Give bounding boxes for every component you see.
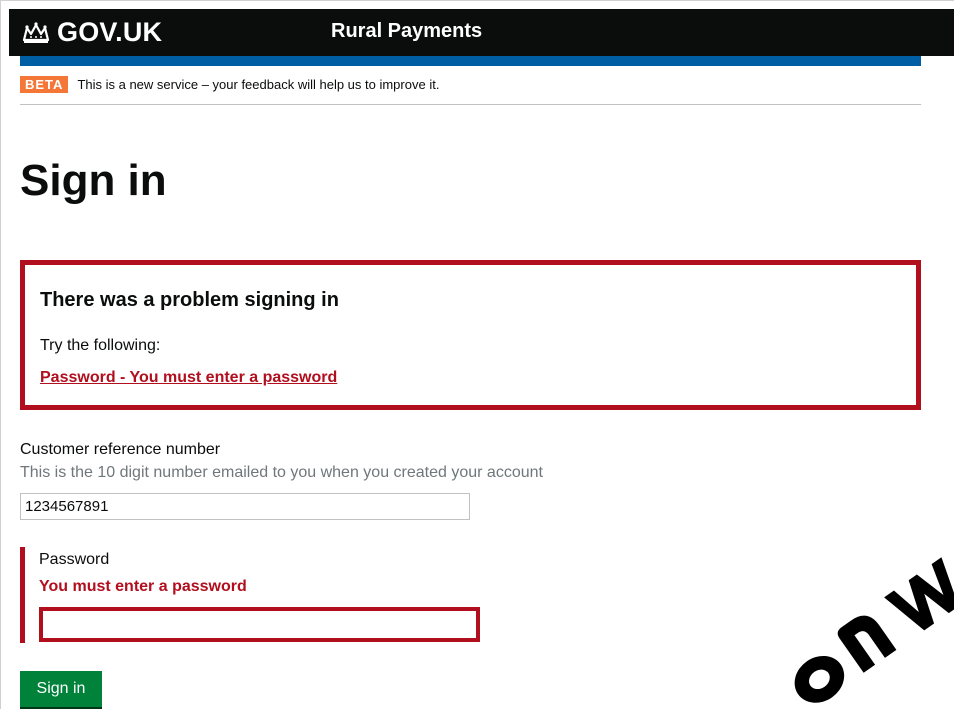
phase-banner: BETA This is a new service – your feedba… (20, 76, 439, 93)
global-header: GOV.UK Rural Payments (9, 9, 954, 56)
phase-banner-divider (20, 104, 921, 105)
error-summary-hint: Try the following: (40, 337, 161, 354)
crn-hint: This is the 10 digit number emailed to y… (20, 464, 543, 481)
header-blue-bar (20, 56, 921, 66)
govuk-logo-link[interactable]: GOV.UK (21, 17, 162, 48)
beta-tag: BETA (20, 76, 69, 93)
phase-banner-message: This is a new service – your feedback wi… (77, 77, 440, 92)
error-link-password[interactable]: Password - You must enter a password (40, 369, 337, 387)
service-name-link[interactable]: Rural Payments (331, 20, 482, 43)
password-label: Password (39, 551, 110, 568)
govuk-logo-text: GOV.UK (57, 17, 163, 47)
password-form-group-error: Password You must enter a password (20, 547, 495, 643)
crown-icon (21, 21, 51, 45)
sign-in-button[interactable]: Sign in (20, 671, 102, 707)
password-error-message: You must enter a password (39, 578, 247, 595)
watermark-graphic (794, 557, 954, 703)
page-title: Sign in (20, 156, 167, 205)
error-summary: There was a problem signing in Try the f… (20, 260, 921, 410)
error-summary-heading: There was a problem signing in (40, 289, 339, 311)
password-input[interactable] (39, 607, 480, 642)
crn-input[interactable] (20, 493, 470, 520)
crn-label: Customer reference number (20, 441, 221, 458)
browser-viewport: GOV.UK Rural Payments BETA This is a new… (0, 0, 954, 709)
